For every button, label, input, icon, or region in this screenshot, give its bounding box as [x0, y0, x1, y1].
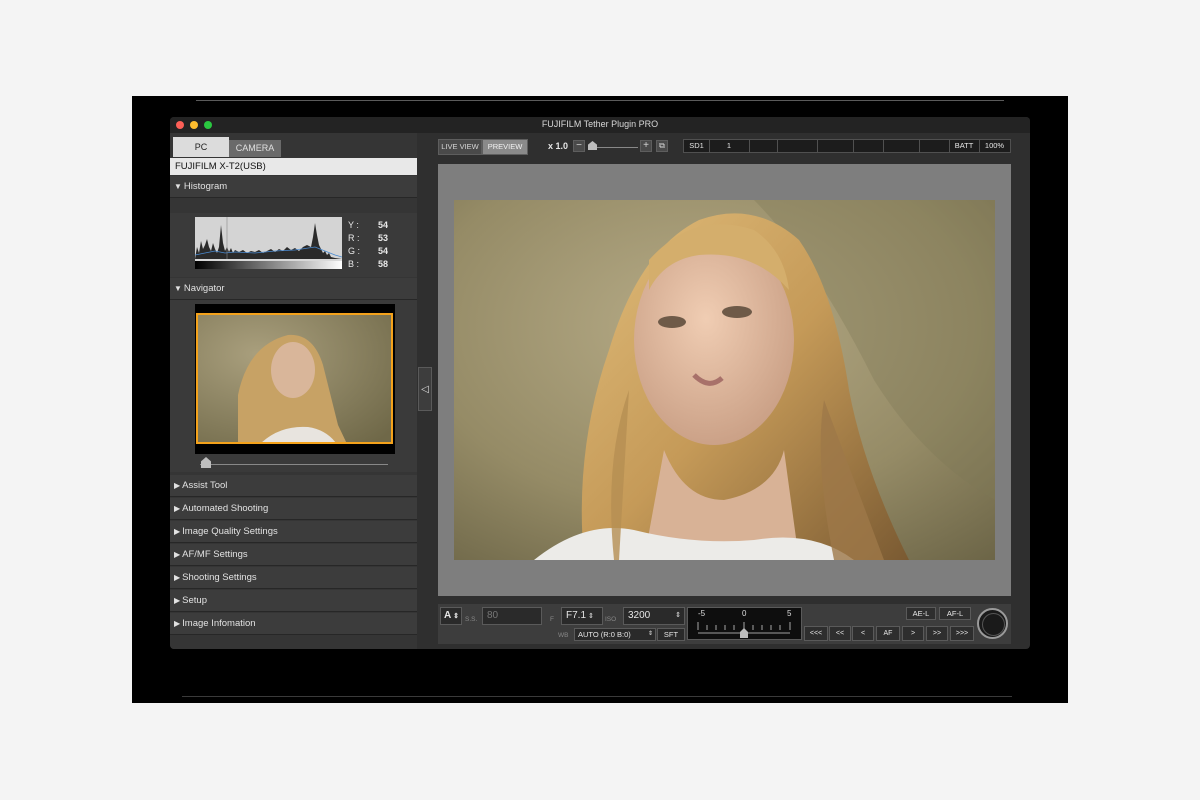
tab-camera[interactable]: CAMERA: [229, 140, 281, 157]
nav-prev-page-button[interactable]: <<: [829, 626, 851, 641]
nav-first-button[interactable]: <<<: [804, 626, 828, 641]
collapse-panel-button[interactable]: ◁: [418, 367, 432, 411]
tab-bar: PC CAMERA: [170, 137, 417, 157]
section-image-quality[interactable]: ▶ Image Quality Settings: [170, 521, 417, 543]
exposure-ticks: [697, 622, 791, 638]
sft-button[interactable]: SFT: [657, 628, 685, 641]
navigator-zoom-track[interactable]: [200, 464, 388, 465]
section-navigator[interactable]: ▼ Navigator: [170, 278, 417, 300]
triangle-down-icon: ▼: [174, 284, 182, 293]
wb-label: WB: [558, 632, 569, 639]
title-bar: FUJIFILM Tether Plugin PRO: [170, 117, 1030, 133]
camera-status-bar: SD1 1 BATT 100%: [683, 139, 1011, 153]
fit-window-icon[interactable]: ⧉: [656, 140, 668, 152]
zoom-level: x 1.0: [548, 141, 569, 151]
aperture-select[interactable]: F7.1 ⇕: [561, 607, 603, 625]
f-label: F: [550, 616, 554, 623]
app-window: FUJIFILM Tether Plugin PRO PC CAMERA FUJ…: [170, 117, 1030, 649]
status-cell: [777, 140, 818, 152]
status-cell: [817, 140, 854, 152]
zoom-slider-thumb[interactable]: [588, 141, 597, 150]
iso-label: ISO: [605, 616, 617, 623]
preview-photo: [454, 200, 995, 560]
stat-b: B :58: [348, 259, 388, 269]
status-cell: [883, 140, 920, 152]
frame-rule-bottom: [182, 696, 1012, 697]
section-shooting-settings[interactable]: ▶ Shooting Settings: [170, 567, 417, 589]
iso-select[interactable]: 3200 ⇕: [623, 607, 685, 625]
triangle-right-icon: ▶: [174, 550, 181, 559]
triangle-right-icon: ▶: [174, 619, 181, 628]
section-histogram[interactable]: ▼ Histogram: [170, 176, 417, 198]
zoom-out-button[interactable]: −: [573, 140, 585, 152]
nav-next-button[interactable]: >: [902, 626, 924, 641]
frame-rule-top: [196, 100, 1004, 101]
tab-pc[interactable]: PC: [173, 137, 229, 157]
status-cell: [919, 140, 950, 152]
ae-lock-button[interactable]: AE-L: [906, 607, 936, 620]
triangle-down-icon: ▼: [174, 182, 182, 191]
triangle-right-icon: ▶: [174, 596, 181, 605]
af-lock-button[interactable]: AF-L: [939, 607, 971, 620]
live-view-button[interactable]: LIVE VIEW: [438, 139, 482, 155]
histogram-panel: Y :54 R :53 G :54 B :58: [170, 213, 417, 277]
triangle-right-icon: ▶: [174, 481, 181, 490]
navigator-thumbnail[interactable]: [196, 313, 393, 444]
section-image-information[interactable]: ▶ Image Infomation: [170, 613, 417, 635]
preview-button[interactable]: PREVIEW: [482, 139, 528, 155]
af-button[interactable]: AF: [876, 626, 900, 641]
nav-next-page-button[interactable]: >>: [926, 626, 948, 641]
histogram-graph: [195, 217, 342, 269]
stat-r: R :53: [348, 233, 388, 243]
status-cell: [749, 140, 778, 152]
shutter-speed-select[interactable]: 80: [482, 607, 542, 625]
exposure-mode-select[interactable]: A ⇕: [440, 607, 462, 625]
section-automated-shooting[interactable]: ▶ Automated Shooting: [170, 498, 417, 520]
window-title: FUJIFILM Tether Plugin PRO: [541, 119, 659, 129]
shot-count: 1: [709, 140, 750, 152]
device-name: FUJIFILM X-T2(USB): [170, 158, 417, 175]
nav-prev-button[interactable]: <: [852, 626, 874, 641]
section-af-mf[interactable]: ▶ AF/MF Settings: [170, 544, 417, 566]
stat-g: G :54: [348, 246, 388, 256]
left-panel: PC CAMERA FUJIFILM X-T2(USB) ▼ Histogram …: [170, 133, 417, 649]
shooting-controls: A ⇕ S.S. 80 F F7.1 ⇕ ISO 3200 ⇕ WB AUTO (…: [438, 604, 1011, 644]
nav-last-button[interactable]: >>>: [950, 626, 974, 641]
triangle-right-icon: ▶: [174, 573, 181, 582]
battery-level: 100%: [984, 141, 1005, 150]
histogram-stats: Y :54 R :53 G :54 B :58: [348, 219, 388, 271]
navigator-panel: [170, 300, 417, 472]
view-toolbar: LIVE VIEW PREVIEW x 1.0 − + ⧉ SD1 1 BATT…: [438, 139, 1018, 157]
white-balance-select[interactable]: AUTO (R:0 B:0) ⇕: [574, 628, 656, 641]
exposure-compensation-scale[interactable]: -5 0 5: [687, 607, 802, 640]
section-assist-tool[interactable]: ▶ Assist Tool: [170, 475, 417, 497]
navigator-zoom-thumb[interactable]: [201, 457, 211, 468]
triangle-right-icon: ▶: [174, 527, 181, 536]
ss-label: S.S.: [465, 616, 478, 623]
stat-y: Y :54: [348, 220, 388, 230]
zoom-in-button[interactable]: +: [640, 140, 652, 152]
sd-slot: SD1: [684, 140, 710, 152]
preview-area: [438, 164, 1011, 596]
shutter-release-button[interactable]: [977, 608, 1008, 639]
section-setup[interactable]: ▶ Setup: [170, 590, 417, 612]
triangle-right-icon: ▶: [174, 504, 181, 513]
status-cell: [853, 140, 884, 152]
battery-label: BATT: [949, 140, 980, 152]
